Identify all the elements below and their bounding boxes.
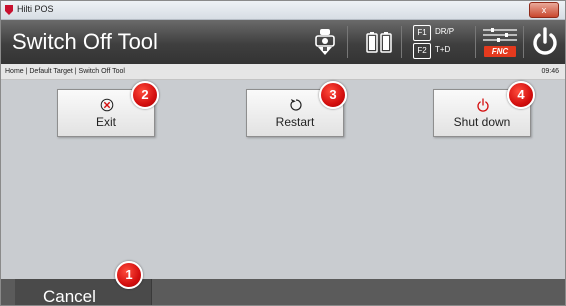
window-titlebar: Hilti POS x <box>1 1 565 20</box>
cancel-label: Cancel <box>43 287 96 306</box>
exit-label: Exit <box>95 115 116 129</box>
target-icon[interactable] <box>307 24 343 60</box>
hilti-app-icon <box>5 5 13 15</box>
window-title: Hilti POS <box>17 4 54 14</box>
header-divider <box>475 26 476 58</box>
header-divider <box>347 26 348 58</box>
f-keys-icon[interactable]: F1 DR/P F2 T+D <box>413 25 475 59</box>
callout-marker: 1 <box>115 261 143 289</box>
shutdown-label: Shut down <box>453 115 511 129</box>
breadcrumb: Home | Default Target | Switch Off Tool … <box>1 64 565 80</box>
restart-icon <box>290 99 302 111</box>
f2-label: T+D <box>435 45 451 54</box>
callout-marker: 3 <box>319 81 347 109</box>
power-icon[interactable] <box>527 24 563 60</box>
callout-marker: 4 <box>507 81 535 109</box>
fnc-label: FNC <box>484 46 516 57</box>
power-icon <box>477 98 489 112</box>
header-divider <box>523 26 524 58</box>
fnc-menu-icon[interactable]: FNC <box>481 26 519 58</box>
f1-label: DR/P <box>435 27 455 36</box>
restart-label: Restart <box>275 115 315 129</box>
callout-marker: 2 <box>131 81 159 109</box>
f2-key[interactable]: F2 <box>413 43 431 59</box>
battery-icon[interactable] <box>361 24 397 60</box>
close-circle-icon <box>100 98 114 112</box>
clock-time: 09:46 <box>541 68 559 75</box>
f1-key[interactable]: F1 <box>413 25 431 41</box>
app-window: Hilti POS x Switch Off Tool F1 DR/P F2 T… <box>0 0 566 306</box>
main-content: Exit 2 Restart 3 Shut down 4 <box>1 80 565 279</box>
breadcrumb-path: Home | Default Target | Switch Off Tool <box>5 68 125 75</box>
page-title: Switch Off Tool <box>12 29 158 54</box>
header-bar: Switch Off Tool F1 DR/P F2 T+D FNC <box>1 20 565 64</box>
window-close-button[interactable]: x <box>529 2 559 18</box>
header-divider <box>401 26 402 58</box>
footer-bar: Cancel <box>1 279 565 306</box>
